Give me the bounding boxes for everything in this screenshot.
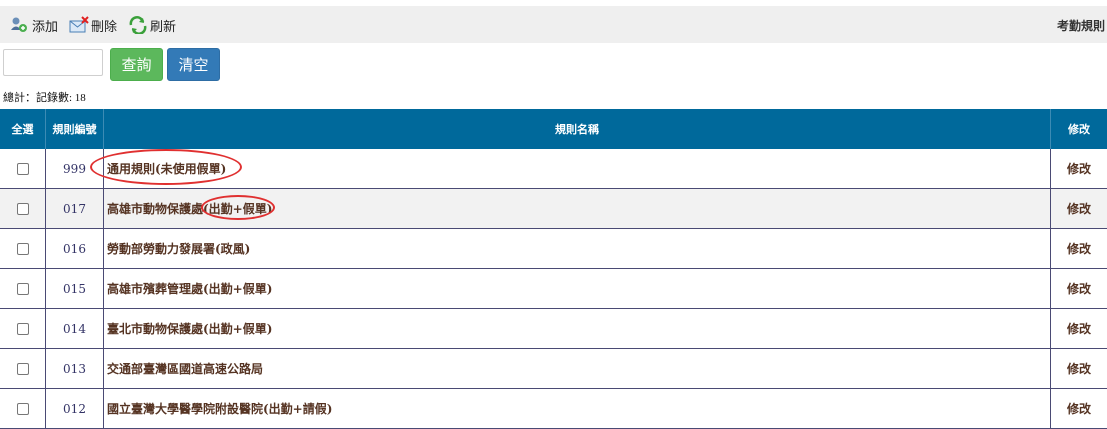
rule-name: 國立臺灣大學醫學院附設醫院(出勤+請假) bbox=[103, 389, 1050, 428]
table-row: 013 交通部臺灣區國道高速公路局 修改 bbox=[0, 349, 1107, 389]
rule-name: 勞動部勞動力發展署(政風) bbox=[103, 229, 1050, 268]
header-edit: 修改 bbox=[1050, 109, 1107, 149]
query-button[interactable]: 查詢 bbox=[110, 48, 163, 81]
row-checkbox[interactable] bbox=[16, 282, 29, 295]
table-row: 016 勞動部勞動力發展署(政風) 修改 bbox=[0, 229, 1107, 269]
row-select-cell bbox=[0, 389, 45, 428]
record-count: 總計：記錄數: 18 bbox=[3, 92, 86, 104]
rule-code: 014 bbox=[45, 309, 103, 348]
table-row: 014 臺北市動物保護處(出勤+假單) 修改 bbox=[0, 309, 1107, 349]
table-row: 012 國立臺灣大學醫學院附設醫院(出勤+請假) 修改 bbox=[0, 389, 1107, 429]
rules-table: 全選 規則編號 規則名稱 修改 999 通用規則(未使用假單) 修改 017 高… bbox=[0, 109, 1107, 429]
clear-button[interactable]: 清空 bbox=[167, 48, 220, 81]
refresh-icon bbox=[128, 16, 148, 35]
table-row: 015 高雄市殯葬管理處(出勤+假單) 修改 bbox=[0, 269, 1107, 309]
rule-code: 012 bbox=[45, 389, 103, 428]
edit-link[interactable]: 修改 bbox=[1050, 269, 1107, 308]
rule-name: 高雄市動物保護處(出勤+假單) bbox=[103, 189, 1050, 228]
row-checkbox[interactable] bbox=[16, 242, 29, 255]
edit-link[interactable]: 修改 bbox=[1050, 389, 1107, 428]
rule-code: 013 bbox=[45, 349, 103, 388]
refresh-button[interactable]: 刷新 bbox=[128, 15, 176, 35]
add-button[interactable]: 添加 bbox=[10, 15, 58, 35]
page-title: 考勤規則 bbox=[1056, 19, 1105, 33]
table-header: 全選 規則編號 規則名稱 修改 bbox=[0, 109, 1107, 149]
rule-name: 高雄市殯葬管理處(出勤+假單) bbox=[103, 269, 1050, 308]
table-row: 017 高雄市動物保護處(出勤+假單) 修改 bbox=[0, 189, 1107, 229]
row-select-cell bbox=[0, 309, 45, 348]
row-select-cell bbox=[0, 189, 45, 228]
attendance-rules-page: 添加 刪除 刷新 考勤規則 查詢 清空 總計：記錄數: 18 全選 規則編號 規… bbox=[0, 0, 1107, 429]
table-row: 999 通用規則(未使用假單) 修改 bbox=[0, 149, 1107, 189]
edit-link[interactable]: 修改 bbox=[1050, 309, 1107, 348]
edit-link[interactable]: 修改 bbox=[1050, 189, 1107, 228]
rule-code: 016 bbox=[45, 229, 103, 268]
row-checkbox[interactable] bbox=[16, 402, 29, 415]
rule-name: 通用規則(未使用假單) bbox=[103, 149, 1050, 188]
delete-label: 刪除 bbox=[91, 18, 118, 34]
row-checkbox[interactable] bbox=[16, 162, 29, 175]
add-label: 添加 bbox=[32, 18, 59, 34]
rule-code: 017 bbox=[45, 189, 103, 228]
row-select-cell bbox=[0, 229, 45, 268]
header-rule-name: 規則名稱 bbox=[103, 109, 1050, 149]
search-input[interactable] bbox=[3, 49, 103, 76]
edit-link[interactable]: 修改 bbox=[1050, 229, 1107, 268]
toolbar: 添加 刪除 刷新 考勤規則 bbox=[0, 6, 1107, 43]
delete-button[interactable]: 刪除 bbox=[69, 15, 117, 35]
row-select-cell bbox=[0, 349, 45, 388]
rule-name: 交通部臺灣區國道高速公路局 bbox=[103, 349, 1050, 388]
delete-mail-icon bbox=[69, 16, 89, 34]
rule-code: 015 bbox=[45, 269, 103, 308]
rule-name: 臺北市動物保護處(出勤+假單) bbox=[103, 309, 1050, 348]
header-select-all[interactable]: 全選 bbox=[0, 109, 45, 149]
rule-code: 999 bbox=[45, 149, 103, 188]
header-rule-code: 規則編號 bbox=[45, 109, 103, 149]
row-checkbox[interactable] bbox=[16, 202, 29, 215]
row-select-cell bbox=[0, 269, 45, 308]
row-checkbox[interactable] bbox=[16, 362, 29, 375]
row-select-cell bbox=[0, 149, 45, 188]
row-checkbox[interactable] bbox=[16, 322, 29, 335]
edit-link[interactable]: 修改 bbox=[1050, 349, 1107, 388]
refresh-label: 刷新 bbox=[150, 18, 177, 34]
add-user-icon bbox=[10, 16, 30, 34]
edit-link[interactable]: 修改 bbox=[1050, 149, 1107, 188]
